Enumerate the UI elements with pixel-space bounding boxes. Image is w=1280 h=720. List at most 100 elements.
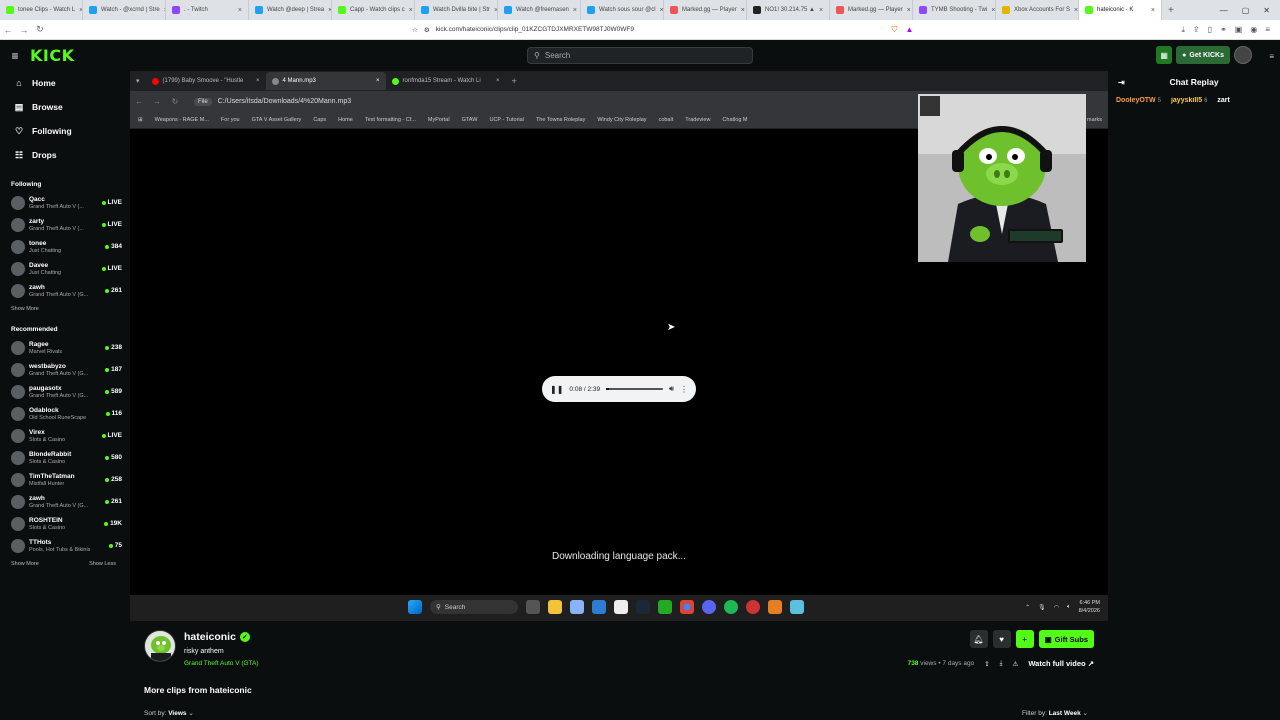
- browser-tab[interactable]: tonee Clips - Watch L ×: [0, 0, 83, 20]
- download-clip-icon[interactable]: ⤓: [1000, 660, 1003, 668]
- channel-row[interactable]: westbabyzo Grand Theft Auto V (G... 187: [11, 359, 130, 381]
- bookmark-item[interactable]: cobalt: [659, 117, 674, 123]
- browser-tab[interactable]: TYMB Shooting - Twi ×: [913, 0, 996, 20]
- browser-tab[interactable]: hateiconic - K ×: [1079, 0, 1162, 20]
- inner-tab[interactable]: ronfmda15 Stream - Watch Li ×: [386, 72, 506, 90]
- channel-row[interactable]: BlondeRabbit Slots & Casino 580: [11, 447, 130, 469]
- channel-row[interactable]: Odablock Old School RuneScape 116: [11, 403, 130, 425]
- inner-tab[interactable]: 4 Mann.mp3 ×: [265, 72, 386, 90]
- search-input[interactable]: ⚲ Search: [527, 47, 753, 64]
- app-icon-3[interactable]: [658, 600, 672, 614]
- browser-tab[interactable]: Marked.gg — Player ×: [664, 0, 747, 20]
- browser-tab[interactable]: Watch @deep | Strea ×: [249, 0, 332, 20]
- mic-icon[interactable]: 🎙︎: [1038, 604, 1046, 611]
- browser-tab[interactable]: Watch - @xcrnd | Stre×: [83, 0, 166, 20]
- bookmark-item[interactable]: GTA V Asset Gallery: [252, 117, 302, 123]
- channel-avatar[interactable]: [144, 630, 176, 662]
- studio-button[interactable]: ▦: [1156, 46, 1173, 64]
- get-kicks-button[interactable]: ● Get KICKs: [1176, 46, 1230, 64]
- browser-tab[interactable]: Watch sous sour @cl ×: [581, 0, 664, 20]
- site-info-icon[interactable]: ⚙: [424, 26, 430, 34]
- channel-row[interactable]: zarty Grand Theft Auto V (... LIVE: [11, 214, 130, 236]
- channel-row[interactable]: zawh Grand Theft Auto V (G... 261: [11, 280, 130, 302]
- channel-row[interactable]: TTHots Pools, Hot Tubs & Bikinis 75: [11, 535, 130, 557]
- channel-row[interactable]: zawh Grand Theft Auto V (G... 261: [11, 491, 130, 513]
- tab-close-icon[interactable]: ×: [1074, 7, 1078, 14]
- show-less-button[interactable]: Show Less: [89, 561, 116, 567]
- discord-icon[interactable]: [702, 600, 716, 614]
- bookmark-item[interactable]: Windy City Roleplay: [597, 117, 646, 123]
- kick-logo[interactable]: KICK: [30, 46, 75, 65]
- new-tab-icon[interactable]: +: [1162, 5, 1180, 16]
- browser-tab[interactable]: Capp - Watch clips c ×: [332, 0, 415, 20]
- channel-row[interactable]: TimTheTatman Mistfall Hunter 258: [11, 469, 130, 491]
- chat-user[interactable]: zart: [1217, 97, 1229, 104]
- user-avatar[interactable]: [1234, 46, 1252, 64]
- inner-url-field[interactable]: File C:/Users/itsda/Downloads/4%20Mann.m…: [194, 97, 351, 106]
- channel-row[interactable]: Qacc Grand Theft Auto V (... LIVE: [11, 192, 130, 214]
- share-icon[interactable]: ⇪: [1193, 25, 1200, 35]
- app-icon-2[interactable]: [592, 600, 606, 614]
- audio-seek-bar[interactable]: [606, 388, 663, 390]
- bookmark-item[interactable]: Home: [338, 117, 353, 123]
- all-bookmarks[interactable]: marks: [1087, 117, 1108, 123]
- browser-tab[interactable]: . - Twitch ×: [166, 0, 249, 20]
- minimize-icon[interactable]: —: [1220, 6, 1228, 15]
- tab-close-icon[interactable]: ×: [1151, 7, 1155, 14]
- tray-chevron-icon[interactable]: ⌃: [1025, 604, 1030, 611]
- bookmark-item[interactable]: Chatlog M: [722, 117, 747, 123]
- steam-icon[interactable]: [636, 600, 650, 614]
- channel-row[interactable]: ROSHTEIN Slots & Casino 19K: [11, 513, 130, 535]
- inner-back-icon[interactable]: ←: [130, 97, 148, 106]
- bookmark-item[interactable]: Weapons - RAGE M...: [155, 117, 209, 123]
- back-icon[interactable]: ←: [0, 25, 16, 35]
- collapse-chat-icon[interactable]: ⇥: [1118, 78, 1125, 87]
- filter-control[interactable]: Filter by: Last Week ⌄: [1022, 709, 1088, 717]
- profile-icon[interactable]: ◉: [1250, 25, 1257, 35]
- watch-full-video-link[interactable]: Watch full video ↗: [1028, 659, 1094, 668]
- apps-grid-icon[interactable]: ⊞: [138, 117, 143, 123]
- audio-more-icon[interactable]: ⋮: [680, 385, 688, 394]
- menu-icon[interactable]: ≡: [1265, 25, 1270, 35]
- channel-row[interactable]: paugasotx Grand Theft Auto V (G... 589: [11, 381, 130, 403]
- bookmark-item[interactable]: Tradeview: [685, 117, 710, 123]
- gift-subs-button[interactable]: ▣ Gift Subs: [1038, 630, 1094, 648]
- sidebar-item-following[interactable]: ♡ Following: [11, 119, 130, 143]
- notification-bell-button[interactable]: 🔔︎: [969, 630, 988, 648]
- app-icon-1[interactable]: [570, 600, 584, 614]
- inner-forward-icon[interactable]: →: [148, 97, 166, 106]
- bookmark-item[interactable]: Caps: [313, 117, 326, 123]
- channel-row[interactable]: Davee Just Chatting LIVE: [11, 258, 130, 280]
- sort-control[interactable]: Sort by: Views ⌄: [144, 709, 194, 717]
- spotify-icon[interactable]: [724, 600, 738, 614]
- channel-row[interactable]: Ragee Marvel Rivals 238: [11, 337, 130, 359]
- inner-tab-close-icon[interactable]: ×: [376, 78, 380, 84]
- tab-close-icon[interactable]: ×: [409, 7, 413, 14]
- sidebar-item-drops[interactable]: ☷ Drops: [11, 143, 130, 167]
- speaker-icon[interactable]: 🔈︎: [1067, 604, 1071, 611]
- rewards-icon[interactable]: ▲: [906, 25, 914, 35]
- hamburger-icon[interactable]: ≡: [0, 49, 30, 63]
- bookmark-item[interactable]: MyPortal: [428, 117, 450, 123]
- inner-tab-close-icon[interactable]: ×: [256, 78, 260, 84]
- windows-start-icon[interactable]: [408, 600, 422, 614]
- bookmark-item[interactable]: The Towns Roleplay: [536, 117, 585, 123]
- channel-row[interactable]: tonee Just Chatting 384: [11, 236, 130, 258]
- clip-game-link[interactable]: Grand Theft Auto V (GTA): [184, 660, 259, 667]
- task-view-icon[interactable]: [526, 600, 540, 614]
- chat-user[interactable]: jayyskill5 6: [1171, 97, 1207, 104]
- browser-tab[interactable]: Watch @freemasen ×: [498, 0, 581, 20]
- audio-player[interactable]: ❚❚ 0:08 / 2:39 🔊︎ ⋮: [542, 376, 696, 402]
- tab-close-icon[interactable]: ×: [819, 7, 823, 14]
- sidebar-icon[interactable]: ▯: [1208, 25, 1212, 35]
- notepad-icon[interactable]: [790, 600, 804, 614]
- tab-close-icon[interactable]: ×: [991, 7, 995, 14]
- browser-tab[interactable]: Xbox Accounts For S ×: [996, 0, 1079, 20]
- browser-tab[interactable]: NO1! 30.214.75 ▲ ×: [747, 0, 830, 20]
- taskbar-search[interactable]: ⚲ Search: [430, 600, 518, 614]
- follow-heart-button[interactable]: ♥: [992, 630, 1011, 648]
- download-icon[interactable]: ⤓: [1181, 25, 1185, 35]
- inner-tab[interactable]: (1799) Baby Smoove - "Hustle ×: [146, 72, 266, 90]
- sidebar-item-home[interactable]: ⌂ Home: [11, 71, 130, 95]
- url-field[interactable]: ☆ ⚙ kick.com/hateiconic/clips/clip_01KZC…: [412, 26, 634, 34]
